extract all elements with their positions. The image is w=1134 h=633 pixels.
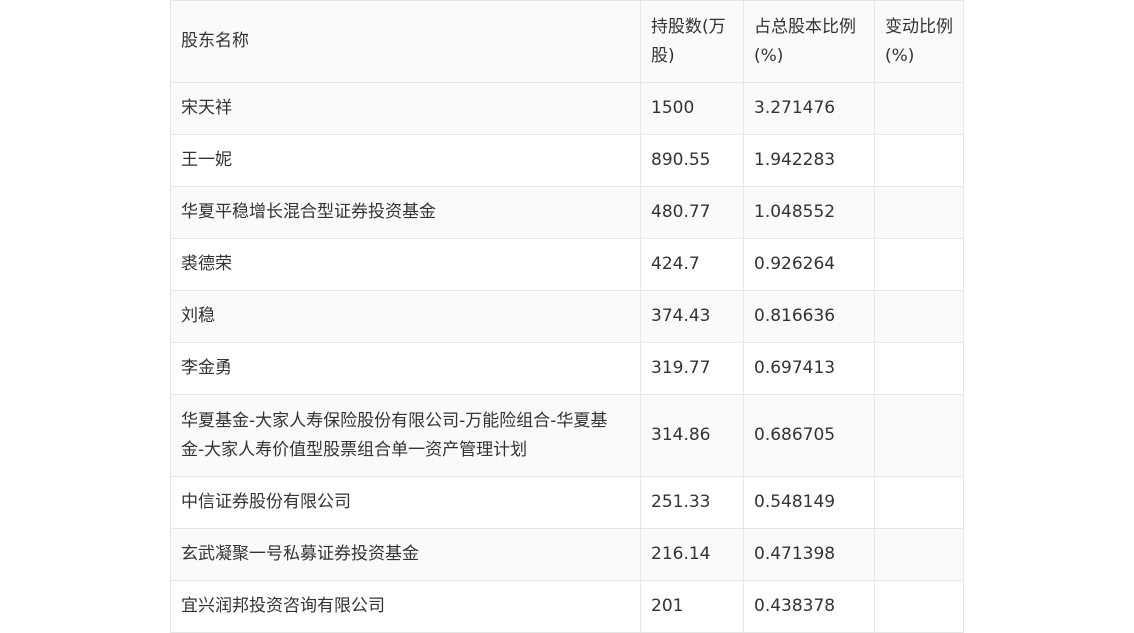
cell-shares: 424.7 bbox=[640, 238, 744, 291]
cell-change bbox=[874, 394, 964, 477]
table-row: 华夏平稳增长混合型证券投资基金 480.77 1.048552 bbox=[170, 186, 964, 239]
table-row: 李金勇 319.77 0.697413 bbox=[170, 342, 964, 395]
table-row: 玄武凝聚一号私募证券投资基金 216.14 0.471398 bbox=[170, 528, 964, 581]
cell-shares: 201 bbox=[640, 580, 744, 633]
cell-ratio: 0.816636 bbox=[743, 290, 875, 343]
cell-change bbox=[874, 186, 964, 239]
cell-change bbox=[874, 342, 964, 395]
cell-change bbox=[874, 290, 964, 343]
shareholder-table-container: 股东名称 持股数(万股) 占总股本比例(%) 变动比例(%) 宋天祥 1500 … bbox=[170, 0, 964, 633]
cell-ratio: 0.438378 bbox=[743, 580, 875, 633]
cell-name: 裘德荣 bbox=[170, 238, 641, 291]
shareholder-table: 股东名称 持股数(万股) 占总股本比例(%) 变动比例(%) 宋天祥 1500 … bbox=[170, 0, 964, 633]
cell-shares: 1500 bbox=[640, 82, 744, 135]
cell-shares: 216.14 bbox=[640, 528, 744, 581]
cell-change bbox=[874, 476, 964, 529]
cell-ratio: 0.686705 bbox=[743, 394, 875, 477]
cell-change bbox=[874, 238, 964, 291]
cell-shares: 251.33 bbox=[640, 476, 744, 529]
cell-ratio: 1.048552 bbox=[743, 186, 875, 239]
cell-change bbox=[874, 528, 964, 581]
cell-ratio: 0.471398 bbox=[743, 528, 875, 581]
cell-ratio: 0.926264 bbox=[743, 238, 875, 291]
cell-ratio: 0.697413 bbox=[743, 342, 875, 395]
cell-name: 李金勇 bbox=[170, 342, 641, 395]
table-row: 裘德荣 424.7 0.926264 bbox=[170, 238, 964, 291]
header-shares: 持股数(万股) bbox=[640, 0, 744, 83]
header-shareholder-name: 股东名称 bbox=[170, 0, 641, 83]
table-header-row: 股东名称 持股数(万股) 占总股本比例(%) 变动比例(%) bbox=[170, 0, 964, 83]
table-row: 宋天祥 1500 3.271476 bbox=[170, 82, 964, 135]
cell-ratio: 3.271476 bbox=[743, 82, 875, 135]
cell-shares: 319.77 bbox=[640, 342, 744, 395]
cell-shares: 374.43 bbox=[640, 290, 744, 343]
table-row: 刘稳 374.43 0.816636 bbox=[170, 290, 964, 343]
cell-shares: 314.86 bbox=[640, 394, 744, 477]
cell-name: 刘稳 bbox=[170, 290, 641, 343]
cell-change bbox=[874, 134, 964, 187]
table-row: 华夏基金-大家人寿保险股份有限公司-万能险组合-华夏基金-大家人寿价值型股票组合… bbox=[170, 394, 964, 477]
cell-name: 王一妮 bbox=[170, 134, 641, 187]
header-change: 变动比例(%) bbox=[874, 0, 964, 83]
cell-ratio: 1.942283 bbox=[743, 134, 875, 187]
cell-change bbox=[874, 82, 964, 135]
cell-name: 华夏平稳增长混合型证券投资基金 bbox=[170, 186, 641, 239]
cell-name: 宜兴润邦投资咨询有限公司 bbox=[170, 580, 641, 633]
cell-change bbox=[874, 580, 964, 633]
cell-shares: 890.55 bbox=[640, 134, 744, 187]
cell-name: 宋天祥 bbox=[170, 82, 641, 135]
table-row: 宜兴润邦投资咨询有限公司 201 0.438378 bbox=[170, 580, 964, 633]
cell-ratio: 0.548149 bbox=[743, 476, 875, 529]
header-ratio: 占总股本比例(%) bbox=[743, 0, 875, 83]
cell-shares: 480.77 bbox=[640, 186, 744, 239]
table-row: 中信证券股份有限公司 251.33 0.548149 bbox=[170, 476, 964, 529]
table-row: 王一妮 890.55 1.942283 bbox=[170, 134, 964, 187]
cell-name: 玄武凝聚一号私募证券投资基金 bbox=[170, 528, 641, 581]
cell-name: 中信证券股份有限公司 bbox=[170, 476, 641, 529]
cell-name: 华夏基金-大家人寿保险股份有限公司-万能险组合-华夏基金-大家人寿价值型股票组合… bbox=[170, 394, 641, 477]
